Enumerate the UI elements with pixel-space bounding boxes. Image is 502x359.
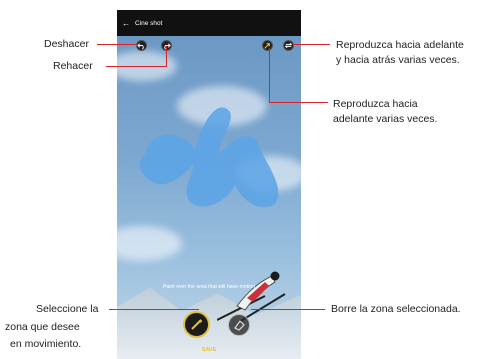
- forward-loop-icon[interactable]: [262, 40, 273, 51]
- brush-button[interactable]: [183, 311, 210, 338]
- undo-icon[interactable]: [136, 40, 147, 51]
- painted-motion-area: [139, 107, 279, 208]
- callout-brush-line2: zona que desee: [5, 321, 80, 333]
- callout-line-redo: [106, 66, 166, 67]
- callout-brush-line3: en movimiento.: [10, 338, 82, 350]
- screen-title: Cine shot: [135, 19, 163, 27]
- eraser-icon: [234, 320, 245, 331]
- callout-line-undo: [97, 44, 136, 45]
- callout-line-forward: [269, 48, 270, 103]
- callout-forward-line2: adelante varias veces.: [333, 113, 438, 125]
- bounce-loop-icon[interactable]: [283, 40, 294, 51]
- hint-text: Paint over the area that will have motio…: [162, 284, 256, 290]
- callout-line-brush: [109, 309, 199, 310]
- callout-brush-line1: Seleccione la: [36, 303, 99, 315]
- callout-loop-line2: y hacia atrás varias veces.: [336, 54, 460, 66]
- callout-eraser: Borre la zona seleccionada.: [331, 303, 461, 315]
- callout-line-eraser: [251, 309, 325, 310]
- callout-loop-line1: Reproduzca hacia adelante: [336, 39, 464, 51]
- callout-line-loop: [294, 44, 330, 45]
- callout-undo: Deshacer: [44, 38, 89, 50]
- brush-icon: [191, 319, 203, 330]
- ski-jumper: [217, 271, 286, 323]
- eraser-button[interactable]: [228, 314, 250, 336]
- phone-screen: ← Cine shot Paint over the area that wil…: [117, 10, 301, 359]
- callout-forward-line1: Reproduzca hacia: [333, 98, 418, 110]
- arrow-left-icon[interactable]: ←: [117, 19, 135, 28]
- callout-redo: Rehacer: [53, 60, 93, 72]
- save-button[interactable]: SAVE: [117, 347, 301, 353]
- top-app-bar: ← Cine shot: [117, 10, 301, 36]
